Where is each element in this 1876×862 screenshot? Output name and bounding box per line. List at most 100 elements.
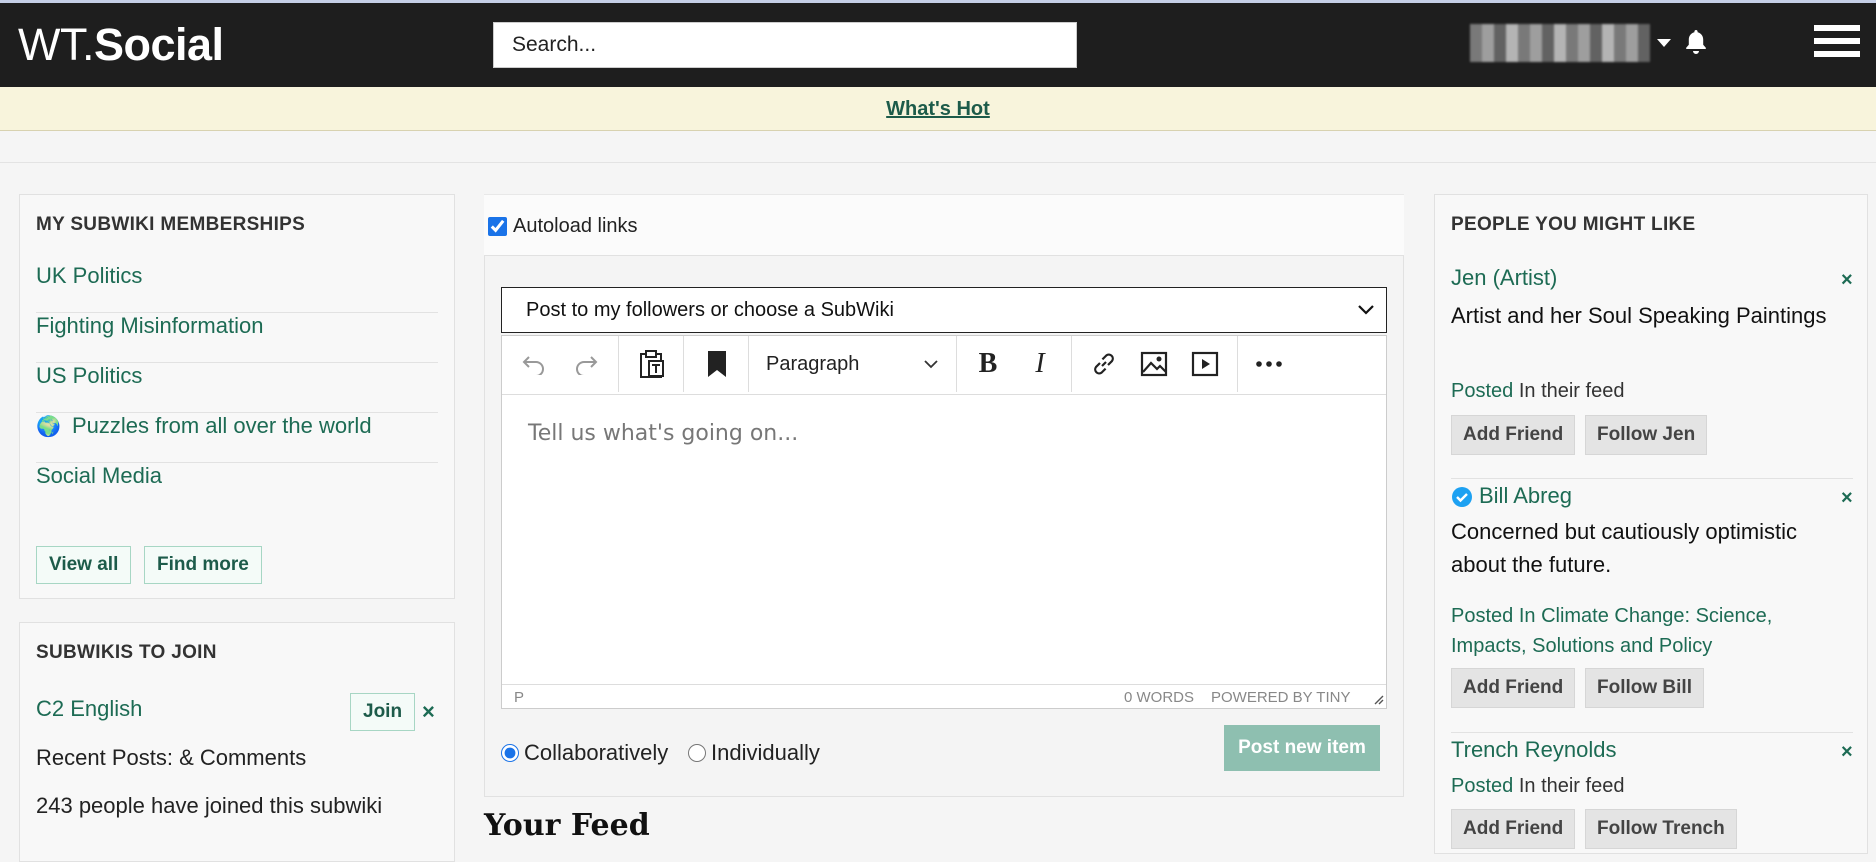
membership-item-puzzles[interactable]: 🌍 Puzzles from all over the world — [36, 413, 438, 463]
logo-prefix: WT. — [18, 19, 94, 70]
follow-button[interactable]: Follow Trench — [1585, 809, 1737, 849]
option-collaboratively[interactable]: Collaboratively — [501, 740, 668, 766]
element-path[interactable]: P — [514, 689, 524, 706]
person-name-link[interactable]: Jen (Artist) — [1451, 265, 1557, 291]
toolbar-separator — [1237, 336, 1238, 392]
person-bio: Concerned but cautiously optimistic abou… — [1451, 519, 1798, 577]
link-icon[interactable] — [1084, 336, 1124, 392]
editor-statusbar: P 0 WORDS POWERED BY TINY — [502, 684, 1386, 709]
collaboratively-label: Collaboratively — [524, 740, 669, 765]
editor-content-area[interactable]: Tell us what's going on... — [502, 394, 1386, 684]
search-input[interactable] — [494, 23, 1076, 67]
autoload-checkbox[interactable] — [488, 217, 507, 236]
bookmark-icon[interactable] — [697, 336, 737, 392]
bold-icon[interactable]: B — [968, 336, 1008, 392]
membership-label: UK Politics — [36, 263, 143, 288]
post-target-select[interactable]: Post to my followers or choose a SubWiki — [501, 287, 1387, 333]
media-icon[interactable] — [1185, 336, 1225, 392]
person-bio: Artist and her Soul Speaking Paintings — [1451, 303, 1827, 328]
add-friend-button[interactable]: Add Friend — [1451, 415, 1576, 455]
posted-label: Posted — [1451, 775, 1514, 797]
subwiki-name-link[interactable]: C2 English — [36, 696, 142, 722]
find-more-button[interactable]: Find more — [144, 546, 262, 584]
people-panel: PEOPLE YOU MIGHT LIKE Jen (Artist) × Art… — [1434, 194, 1868, 854]
chevron-down-icon — [924, 359, 938, 368]
menu-bar — [1814, 51, 1860, 57]
menu-bar — [1814, 38, 1860, 44]
toolbar-separator — [683, 336, 684, 392]
format-select[interactable]: Paragraph — [748, 336, 956, 392]
autoload-container: Autoload links — [484, 194, 1404, 255]
close-icon[interactable]: × — [1841, 269, 1853, 292]
divider — [0, 162, 1876, 163]
membership-label: US Politics — [36, 363, 143, 388]
person-name-link[interactable]: Bill Abreg — [1479, 483, 1572, 509]
more-options-icon[interactable] — [1249, 336, 1289, 392]
recent-posts-text: Recent Posts: & Comments — [36, 745, 307, 770]
posted-label: Posted — [1451, 380, 1514, 402]
search-box[interactable] — [493, 22, 1077, 68]
subwikis-to-join-panel: SUBWIKIS TO JOIN C2 English Join × Recen… — [19, 622, 455, 862]
hamburger-menu-icon[interactable] — [1814, 25, 1860, 63]
redo-icon[interactable] — [566, 336, 606, 392]
bell-icon[interactable] — [1684, 29, 1708, 60]
memberships-title: MY SUBWIKI MEMBERSHIPS — [36, 214, 306, 235]
person-posted: Posted In their feed — [1451, 380, 1624, 403]
option-individually[interactable]: Individually — [688, 740, 820, 766]
collaboratively-radio[interactable] — [501, 744, 519, 762]
membership-label: Social Media — [36, 463, 162, 488]
membership-item-us-politics[interactable]: US Politics — [36, 363, 438, 413]
format-value: Paragraph — [766, 352, 860, 375]
menu-bar — [1814, 25, 1860, 31]
undo-icon[interactable] — [514, 336, 554, 392]
view-all-button[interactable]: View all — [36, 546, 132, 584]
verified-icon — [1452, 487, 1472, 507]
logo-suffix: Social — [93, 19, 224, 70]
autoload-label: Autoload links — [513, 215, 638, 237]
editor-placeholder: Tell us what's going on... — [528, 421, 799, 446]
add-friend-button[interactable]: Add Friend — [1451, 809, 1576, 849]
individually-label: Individually — [711, 740, 820, 765]
italic-icon[interactable]: I — [1020, 336, 1060, 392]
post-target-value: Post to my followers or choose a SubWiki — [526, 299, 894, 321]
close-icon[interactable]: × — [1841, 741, 1853, 764]
toolbar-separator — [1071, 336, 1072, 392]
post-new-item-button[interactable]: Post new item — [1224, 725, 1380, 771]
resize-handle-icon[interactable] — [1372, 693, 1384, 705]
person-posted: Posted In Climate Change: Science, Impac… — [1451, 601, 1831, 661]
close-icon[interactable]: × — [1841, 487, 1853, 510]
people-title: PEOPLE YOU MIGHT LIKE — [1451, 214, 1696, 235]
person-card: Trench Reynolds × Posted In their feed A… — [1451, 737, 1853, 857]
membership-label: Puzzles from all over the world — [72, 413, 372, 438]
membership-item-social-media[interactable]: Social Media — [36, 463, 438, 513]
follow-button[interactable]: Follow Bill — [1585, 668, 1704, 708]
image-icon[interactable] — [1134, 336, 1174, 392]
site-logo[interactable]: WT.Social — [18, 19, 224, 71]
join-button[interactable]: Join — [350, 693, 416, 731]
add-friend-button[interactable]: Add Friend — [1451, 668, 1576, 708]
whats-hot-bar: What's Hot — [0, 87, 1876, 131]
membership-item-fighting-misinformation[interactable]: Fighting Misinformation — [36, 313, 438, 363]
whats-hot-link[interactable]: What's Hot — [886, 87, 990, 131]
powered-by[interactable]: POWERED BY TINY — [1211, 689, 1350, 706]
toolbar-separator — [618, 336, 619, 392]
paste-text-icon[interactable] — [632, 336, 672, 392]
follow-button[interactable]: Follow Jen — [1585, 415, 1708, 455]
person-card: Bill Abreg × Concerned but cautiously op… — [1451, 483, 1853, 733]
joined-count-text: 243 people have joined this subwiki — [36, 793, 383, 818]
user-name-blurred[interactable] — [1470, 24, 1650, 62]
chevron-down-icon[interactable] — [1657, 39, 1671, 47]
individually-radio[interactable] — [688, 744, 706, 762]
close-icon[interactable]: × — [422, 699, 435, 725]
person-name-link[interactable]: Trench Reynolds — [1451, 737, 1616, 763]
word-count[interactable]: 0 WORDS — [1124, 689, 1194, 706]
memberships-panel: MY SUBWIKI MEMBERSHIPS UK Politics Fight… — [19, 194, 455, 599]
your-feed-title: Your Feed — [484, 808, 650, 843]
membership-item-uk-politics[interactable]: UK Politics — [36, 263, 438, 313]
rich-text-editor: Paragraph B I Tell us what's going on...… — [501, 335, 1387, 709]
person-card: Jen (Artist) × Artist and her Soul Speak… — [1451, 265, 1853, 479]
membership-label: Fighting Misinformation — [36, 313, 264, 338]
subwikis-to-join-title: SUBWIKIS TO JOIN — [36, 642, 217, 663]
autoload-toggle[interactable]: Autoload links — [486, 215, 638, 238]
composer-panel: Post to my followers or choose a SubWiki… — [484, 255, 1404, 797]
